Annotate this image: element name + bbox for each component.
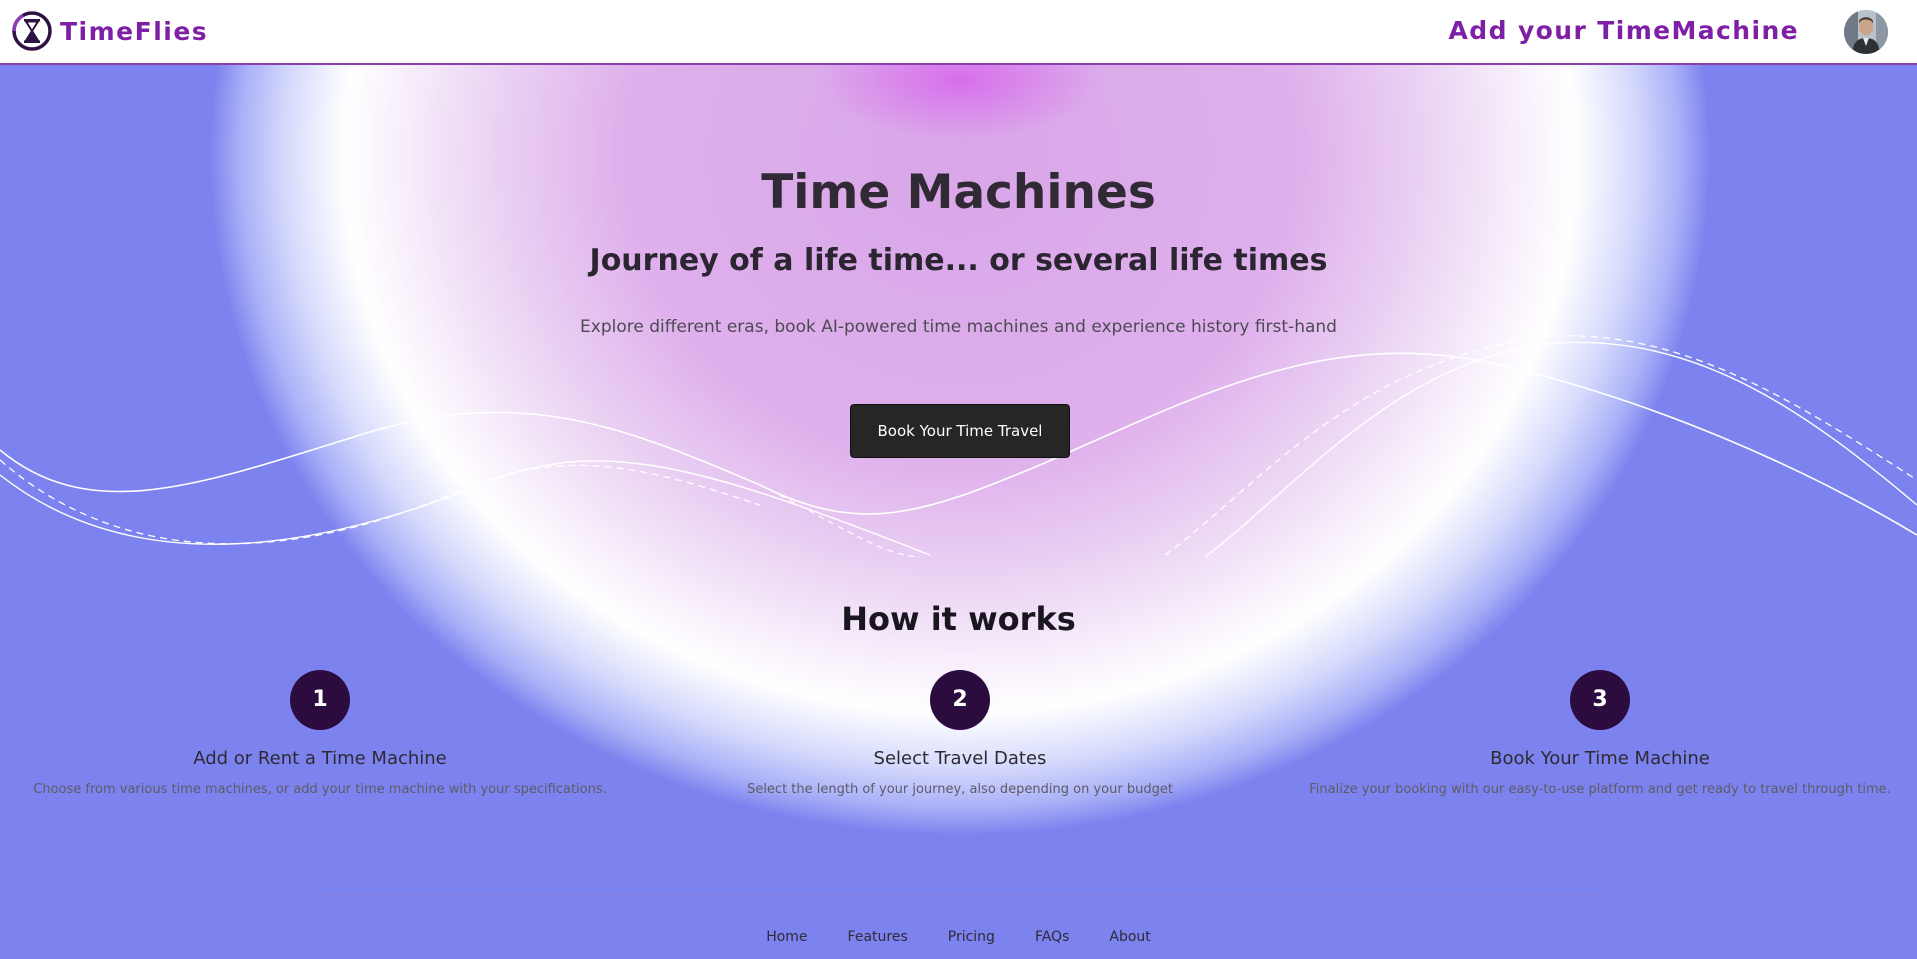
step-title: Select Travel Dates — [873, 748, 1047, 769]
book-time-travel-button[interactable]: Book Your Time Travel — [850, 404, 1070, 458]
step-card: 2 Select Travel Dates Select the length … — [650, 670, 1270, 797]
hero-subtitle: Journey of a life time... or several lif… — [589, 243, 1328, 278]
footer-nav: Home Features Pricing FAQs About — [0, 929, 1917, 945]
step-number-badge: 3 — [1570, 670, 1630, 730]
user-avatar[interactable] — [1844, 10, 1888, 54]
footer-link-features[interactable]: Features — [848, 929, 908, 945]
step-description: Finalize your booking with our easy-to-u… — [1309, 782, 1891, 797]
step-description: Select the length of your journey, also … — [747, 782, 1173, 797]
step-number-badge: 1 — [290, 670, 350, 730]
footer-link-faqs[interactable]: FAQs — [1035, 929, 1069, 945]
top-navbar: TimeFlies Add your TimeMachine — [0, 0, 1917, 65]
how-it-works-title: How it works — [841, 600, 1076, 638]
hourglass-icon — [12, 11, 52, 51]
footer-link-about[interactable]: About — [1109, 929, 1150, 945]
footer-link-home[interactable]: Home — [766, 929, 807, 945]
step-title: Add or Rent a Time Machine — [193, 748, 447, 769]
hero-title: Time Machines — [761, 165, 1156, 220]
step-description: Choose from various time machines, or ad… — [33, 782, 607, 797]
add-time-machine-link[interactable]: Add your TimeMachine — [1449, 16, 1799, 45]
hero-description: Explore different eras, book AI-powered … — [580, 317, 1337, 337]
brand-logo-link[interactable]: TimeFlies — [11, 10, 208, 52]
footer-link-pricing[interactable]: Pricing — [948, 929, 995, 945]
step-card: 1 Add or Rent a Time Machine Choose from… — [10, 670, 630, 797]
footer-divider — [312, 894, 1608, 895]
step-number-badge: 2 — [930, 670, 990, 730]
step-card: 3 Book Your Time Machine Finalize your b… — [1290, 670, 1910, 797]
step-title: Book Your Time Machine — [1490, 748, 1710, 769]
brand-name: TimeFlies — [60, 16, 209, 46]
